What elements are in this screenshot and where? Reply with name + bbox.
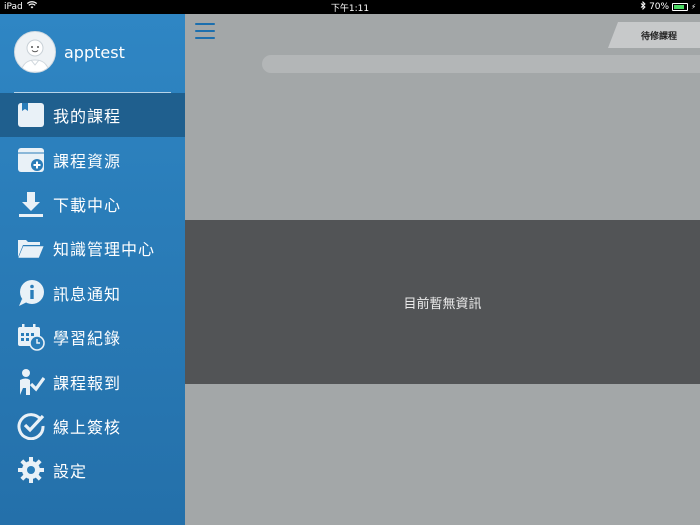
open-folder-icon — [16, 233, 46, 263]
check-in-person-icon — [16, 367, 46, 397]
sidebar: apptest 我的課程 課程資源 下載中心 知識管理中心 訊息通知 學習紀錄 … — [0, 14, 185, 525]
sidebar-item-course-resources[interactable]: 課程資源 — [0, 137, 185, 181]
sidebar-item-download-center[interactable]: 下載中心 — [0, 182, 185, 226]
info-bubble-icon — [16, 278, 46, 308]
sidebar-item-my-courses[interactable]: 我的課程 — [0, 93, 185, 138]
sidebar-item-learning-records[interactable]: 學習紀錄 — [0, 315, 185, 359]
bluetooth-icon — [640, 0, 646, 13]
sidebar-item-label: 下載中心 — [53, 195, 122, 215]
sidebar-item-course-checkin[interactable]: 課程報到 — [0, 359, 185, 403]
battery-icon — [672, 3, 689, 11]
sidebar-item-label: 線上簽核 — [53, 417, 122, 437]
sidebar-item-online-approval[interactable]: 線上簽核 — [0, 404, 185, 448]
username: apptest — [64, 42, 125, 62]
sidebar-item-notifications[interactable]: 訊息通知 — [0, 271, 185, 315]
hamburger-menu-icon[interactable] — [195, 23, 215, 39]
charging-icon: ⚡ — [691, 3, 696, 11]
sidebar-item-label: 知識管理中心 — [53, 240, 156, 260]
user-profile[interactable]: apptest — [14, 31, 125, 73]
empty-state-panel: 目前暫無資訊 — [185, 220, 700, 384]
search-bar[interactable] — [262, 55, 700, 73]
sidebar-item-settings[interactable]: 設定 — [0, 448, 185, 492]
sidebar-item-label: 訊息通知 — [53, 284, 122, 304]
folder-add-icon — [16, 145, 46, 175]
avatar[interactable] — [14, 31, 56, 73]
status-bar: iPad 下午1:11 70% ⚡ — [0, 0, 700, 14]
battery-percent: 70% — [649, 2, 670, 12]
top-bar: 待修課程 — [185, 14, 700, 49]
sidebar-item-label: 設定 — [53, 462, 88, 482]
gear-icon — [16, 455, 46, 485]
tab-pending-courses[interactable]: 待修課程 — [618, 22, 700, 48]
empty-state-message: 目前暫無資訊 — [403, 296, 482, 312]
check-circle-icon — [16, 411, 46, 441]
calendar-clock-icon — [16, 322, 46, 352]
sidebar-item-label: 課程報到 — [53, 373, 122, 393]
sidebar-item-label: 課程資源 — [53, 151, 122, 171]
download-icon — [16, 189, 46, 219]
sidebar-item-knowledge-center[interactable]: 知識管理中心 — [0, 226, 185, 270]
sidebar-item-label: 學習紀錄 — [53, 329, 122, 349]
sidebar-menu: 我的課程 課程資源 下載中心 知識管理中心 訊息通知 學習紀錄 課程報到 線上簽… — [0, 93, 185, 493]
clock: 下午1:11 — [330, 4, 370, 14]
book-icon — [16, 100, 46, 130]
sidebar-item-label: 我的課程 — [53, 107, 122, 127]
